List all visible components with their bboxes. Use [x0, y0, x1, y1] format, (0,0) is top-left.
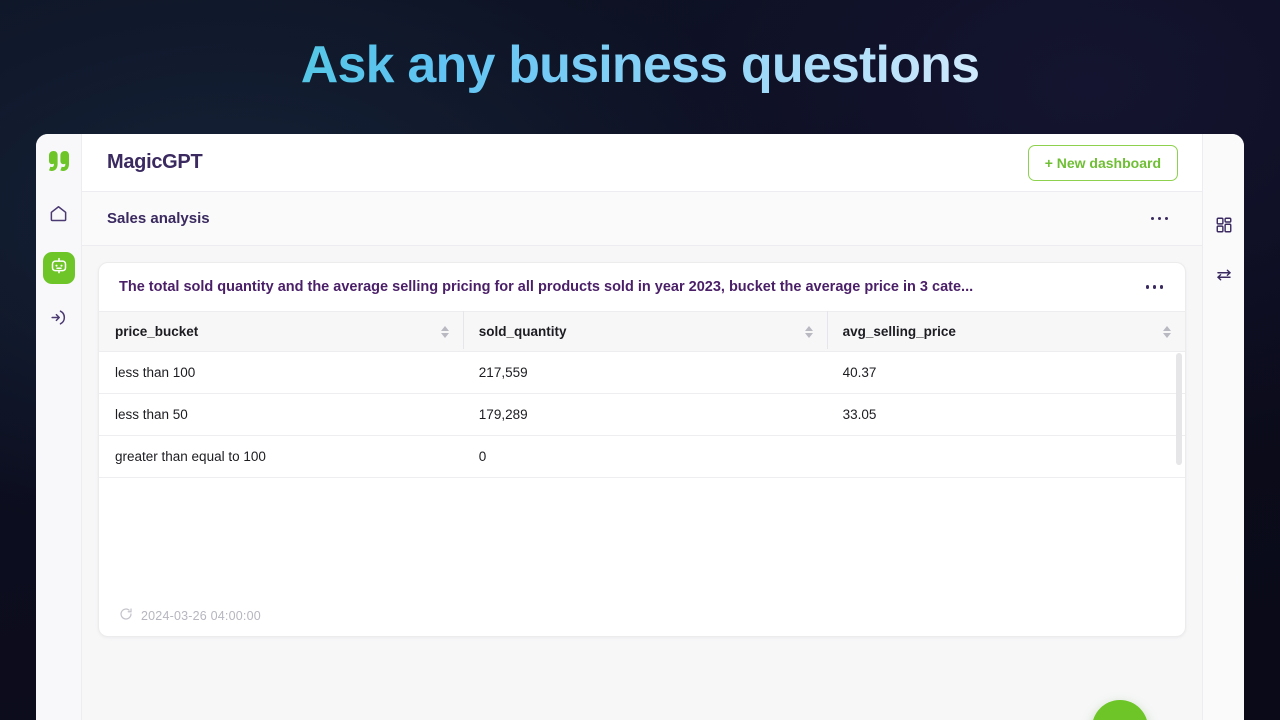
column-header-label: price_bucket: [115, 324, 199, 339]
column-divider: [826, 311, 828, 349]
cell-price-bucket: greater than equal to 100: [99, 435, 463, 478]
right-rail-layout[interactable]: [1209, 212, 1239, 242]
more-horizontal-icon: [1159, 285, 1163, 289]
cell-price-bucket: less than 50: [99, 393, 463, 436]
column-header-avg-selling-price[interactable]: avg_selling_price: [826, 311, 1185, 352]
new-dashboard-button[interactable]: + New dashboard: [1027, 144, 1178, 181]
swap-arrows-icon: [1215, 266, 1233, 289]
table-row: less than 50 179,289 33.05: [99, 393, 1185, 436]
last-refreshed-timestamp: 2024-03-26 04:00:00: [141, 609, 261, 623]
widget-footer: 2024-03-26 04:00:00: [99, 596, 1185, 636]
cell-price-bucket: less than 100: [99, 351, 463, 394]
main-column: MagicGPT + New dashboard Sales analysis …: [82, 134, 1202, 720]
layout-grid-icon: [1215, 216, 1233, 239]
more-horizontal-icon: [1145, 285, 1149, 289]
more-horizontal-icon: [1152, 285, 1156, 289]
dashboard-canvas: The total sold quantity and the average …: [82, 246, 1202, 720]
cell-sold-quantity: 217,559: [462, 351, 827, 394]
cell-sold-quantity: 0: [462, 435, 827, 478]
sort-toggle-icon[interactable]: [804, 325, 813, 338]
table-row: greater than equal to 100 0: [99, 435, 1185, 478]
sidebar-item-signin[interactable]: [43, 304, 75, 336]
sort-toggle-icon[interactable]: [1163, 325, 1171, 338]
refresh-icon[interactable]: [119, 607, 133, 626]
widget-title: The total sold quantity and the average …: [119, 279, 974, 295]
app-window: MagicGPT + New dashboard Sales analysis …: [36, 134, 1244, 720]
cell-sold-quantity: 179,289: [462, 393, 827, 436]
widget-card: The total sold quantity and the average …: [98, 262, 1186, 637]
cell-avg-selling-price: 33.05: [826, 393, 1185, 436]
column-header-price-bucket[interactable]: price_bucket: [99, 311, 463, 352]
bot-icon: [49, 256, 69, 281]
column-header-label: avg_selling_price: [842, 324, 956, 339]
column-header-label: sold_quantity: [478, 324, 567, 339]
page-title: Sales analysis: [107, 210, 210, 227]
sidebar-item-home[interactable]: [43, 200, 75, 232]
table-row: less than 100 217,559 40.37: [99, 351, 1185, 394]
widget-more-menu[interactable]: [1142, 281, 1168, 293]
more-horizontal-icon: [1157, 216, 1161, 221]
right-rail-swap[interactable]: [1209, 262, 1239, 292]
table-head: price_bucket sold_quantity avg_selling_p…: [99, 311, 1185, 352]
home-icon: [49, 204, 68, 228]
right-sidebar: [1202, 134, 1244, 720]
dashboard-more-menu[interactable]: [1147, 213, 1173, 225]
results-table-wrapper: price_bucket sold_quantity avg_selling_p…: [99, 311, 1185, 596]
page-headline: Ask any business questions: [0, 34, 1280, 96]
sort-toggle-icon[interactable]: [440, 325, 449, 338]
dashboard-header: Sales analysis: [82, 192, 1202, 246]
sidebar-item-assistant[interactable]: [42, 252, 75, 284]
column-divider: [462, 311, 464, 349]
widget-header: The total sold quantity and the average …: [99, 263, 1185, 311]
quote-logo-icon[interactable]: [42, 144, 76, 178]
cell-avg-selling-price: 40.37: [826, 351, 1185, 394]
table-scrollbar[interactable]: [1176, 353, 1182, 465]
left-sidebar: [36, 134, 82, 720]
more-horizontal-icon: [1150, 216, 1154, 221]
table-header-row: price_bucket sold_quantity avg_selling_p…: [99, 311, 1185, 352]
results-table: price_bucket sold_quantity avg_selling_p…: [99, 311, 1185, 478]
cell-avg-selling-price: [826, 435, 1185, 478]
column-header-sold-quantity[interactable]: sold_quantity: [462, 311, 827, 352]
app-topbar: MagicGPT + New dashboard: [82, 134, 1202, 192]
more-horizontal-icon: [1164, 216, 1168, 221]
app-brand: MagicGPT: [107, 151, 203, 173]
table-body: less than 100 217,559 40.37 less than 50…: [99, 351, 1185, 478]
login-arrow-icon: [49, 308, 68, 332]
